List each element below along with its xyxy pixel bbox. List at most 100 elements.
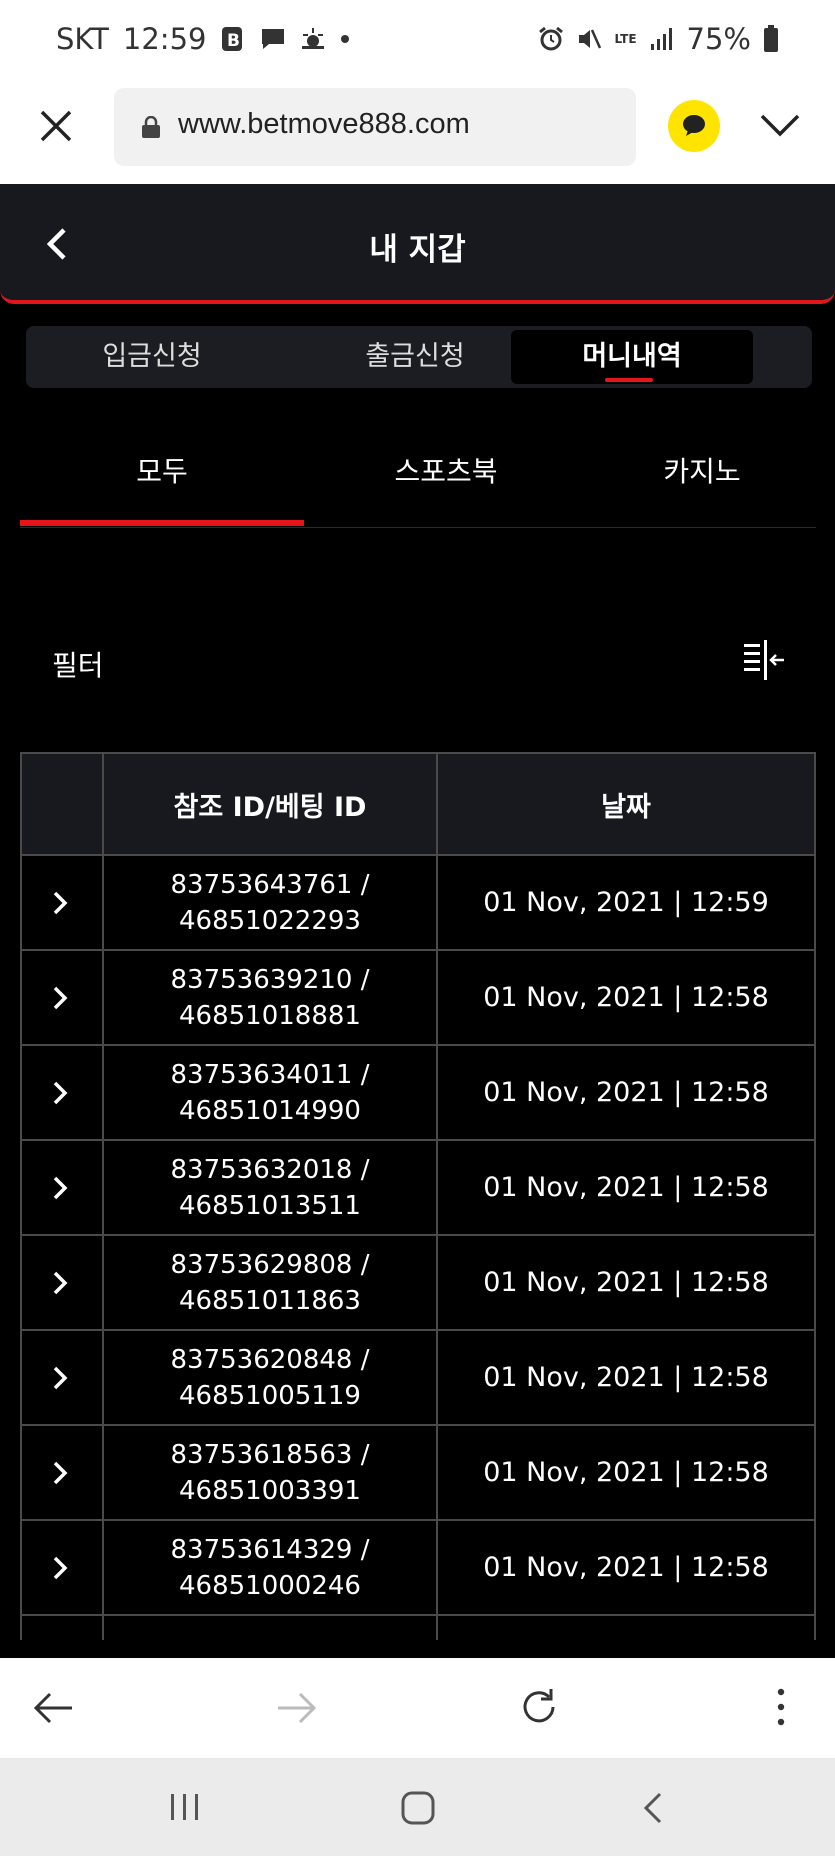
header-date: 날짜	[601, 791, 651, 823]
bet-id: 46851013511	[179, 1190, 361, 1221]
expand-cell[interactable]	[22, 1521, 104, 1614]
tab-sportsbook[interactable]: 스포츠북	[304, 450, 588, 490]
bet-id: 46851011863	[179, 1285, 361, 1316]
svg-text:B: B	[227, 31, 240, 51]
tab-withdraw[interactable]: 출금신청	[294, 330, 536, 384]
table-row[interactable]: 83753618563 / 46851003391 01 Nov, 2021 | 1…	[22, 1426, 814, 1521]
expand-cell[interactable]	[22, 1426, 104, 1519]
chevron-down-icon[interactable]	[758, 108, 802, 144]
ref-bet-id-cell: 83753639210 / 46851018881	[104, 951, 438, 1044]
date-cell: 01 Nov, 2021 | 12:58	[483, 982, 769, 1013]
table-row[interactable]: 83753620848 / 46851005119 01 Nov, 2021 | 1…	[22, 1331, 814, 1426]
chevron-right-icon[interactable]	[52, 890, 68, 916]
chevron-right-icon[interactable]	[52, 1365, 68, 1391]
page-title: 내 지갑	[369, 232, 466, 268]
date-cell: 01 Nov, 2021 | 12:58	[483, 1457, 769, 1488]
battery-icon	[764, 25, 778, 52]
tab-all[interactable]: 모두	[20, 450, 304, 490]
chevron-right-icon[interactable]	[52, 1175, 68, 1201]
alarm-icon	[539, 26, 564, 51]
home-icon[interactable]	[400, 1790, 436, 1826]
expand-cell[interactable]	[22, 1331, 104, 1424]
close-icon[interactable]	[36, 106, 76, 146]
kakao-talk-button[interactable]	[668, 100, 720, 152]
carrier: SKT	[56, 22, 109, 56]
date-cell: 01 Nov, 2021 | 12:58	[483, 1077, 769, 1108]
table-row[interactable]: 83753632018 / 46851013511 01 Nov, 2021 | 1…	[22, 1141, 814, 1236]
ref-bet-id-cell: 83753614329 / 46851000246	[104, 1521, 438, 1614]
header-expand-cell	[22, 754, 104, 854]
b-app-icon: B	[222, 27, 243, 51]
ref-bet-id-cell: 83753634011 / 46851014990	[104, 1046, 438, 1139]
chevron-right-icon[interactable]	[52, 1080, 68, 1106]
table-row[interactable]: 83753643761 / 46851022293 01 Nov, 2021 | 1…	[22, 856, 814, 951]
bet-id: 46851005119	[179, 1380, 361, 1411]
expand-cell[interactable]	[22, 951, 104, 1044]
date-cell: 01 Nov, 2021 | 12:58	[483, 1172, 769, 1203]
filter-collapse-icon[interactable]	[742, 640, 786, 680]
address-bar[interactable]: www.betmove888.com	[114, 88, 636, 166]
chevron-right-icon[interactable]	[52, 1270, 68, 1296]
more-options-icon[interactable]	[776, 1688, 786, 1726]
date-cell: 01 Nov, 2021 | 12:58	[483, 1552, 769, 1583]
tab-label: 입금신청	[102, 341, 202, 372]
ref-bet-id-cell: 83753643761 / 46851022293	[104, 856, 438, 949]
bet-id: 46851022293	[179, 905, 361, 936]
active-tab-indicator	[605, 378, 653, 382]
expand-cell[interactable]	[22, 1616, 104, 1640]
back-icon[interactable]	[32, 1690, 76, 1726]
category-tabs: 모두 스포츠북 카지노	[20, 440, 816, 528]
tab-label: 출금신청	[365, 341, 465, 372]
ref-id: 83753634011 /	[170, 1059, 370, 1090]
active-category-indicator	[20, 520, 304, 526]
weather-icon	[302, 28, 325, 49]
ref-bet-id-cell: 83753620848 / 46851005119	[104, 1331, 438, 1424]
filter-label: 필터	[52, 649, 104, 682]
tab-casino[interactable]: 카지노	[588, 450, 816, 490]
tab-money-history[interactable]: 머니내역	[511, 330, 753, 384]
notification-dot-icon	[341, 35, 350, 43]
forward-icon[interactable]	[274, 1690, 318, 1726]
table-row[interactable]: 83753611048 /	[22, 1616, 814, 1640]
battery-percent: 75%	[686, 22, 751, 56]
expand-cell[interactable]	[22, 1046, 104, 1139]
system-back-icon[interactable]	[640, 1790, 664, 1826]
bet-id: 46851014990	[179, 1095, 361, 1126]
table-row[interactable]: 83753639210 / 46851018881 01 Nov, 2021 | 1…	[22, 951, 814, 1046]
expand-cell[interactable]	[22, 1141, 104, 1234]
chevron-right-icon[interactable]	[52, 985, 68, 1011]
ref-bet-id-cell: 83753632018 / 46851013511	[104, 1141, 438, 1234]
table-row[interactable]: 83753629808 / 46851011863 01 Nov, 2021 | 1…	[22, 1236, 814, 1331]
table-row[interactable]: 83753634011 / 46851014990 01 Nov, 2021 | 1…	[22, 1046, 814, 1141]
app-header: 내 지갑	[0, 184, 835, 304]
message-icon	[262, 29, 285, 49]
table-row[interactable]: 83753614329 / 46851000246 01 Nov, 2021 | 1…	[22, 1521, 814, 1616]
bet-id: 46851000246	[179, 1570, 361, 1601]
refresh-icon[interactable]	[518, 1686, 560, 1728]
recent-apps-icon[interactable]	[168, 1792, 202, 1822]
date-cell	[438, 1616, 814, 1640]
header-ref-id: 참조 ID/베팅 ID	[104, 754, 438, 854]
bet-id: 46851018881	[179, 1000, 361, 1031]
wallet-tabs: 입금신청 출금신청 머니내역	[26, 326, 812, 388]
date-cell: 01 Nov, 2021 | 12:58	[483, 1362, 769, 1393]
ref-id: 83753639210 /	[170, 964, 370, 995]
expand-cell[interactable]	[22, 1236, 104, 1329]
system-navigation	[0, 1758, 835, 1856]
ref-id: 83753614329 /	[170, 1534, 370, 1565]
chat-bubble-icon	[683, 115, 705, 136]
ref-id: 83753618563 /	[170, 1439, 370, 1470]
tab-deposit[interactable]: 입금신청	[31, 330, 273, 384]
ref-bet-id-cell: 83753611048 /	[104, 1616, 438, 1640]
ref-id: 83753629808 /	[170, 1249, 370, 1280]
browser-bottom-nav	[0, 1658, 835, 1758]
ref-id: 83753620848 /	[170, 1344, 370, 1375]
status-bar: SKT 12:59 B LTE 75%	[0, 0, 835, 86]
signal-icon	[650, 28, 672, 50]
expand-cell[interactable]	[22, 856, 104, 949]
chevron-right-icon[interactable]	[52, 1460, 68, 1486]
network-type: LTE	[614, 32, 637, 46]
chevron-right-icon[interactable]	[52, 1555, 68, 1581]
table-header: 참조 ID/베팅 ID 날짜	[22, 754, 814, 856]
lock-icon	[142, 116, 160, 138]
